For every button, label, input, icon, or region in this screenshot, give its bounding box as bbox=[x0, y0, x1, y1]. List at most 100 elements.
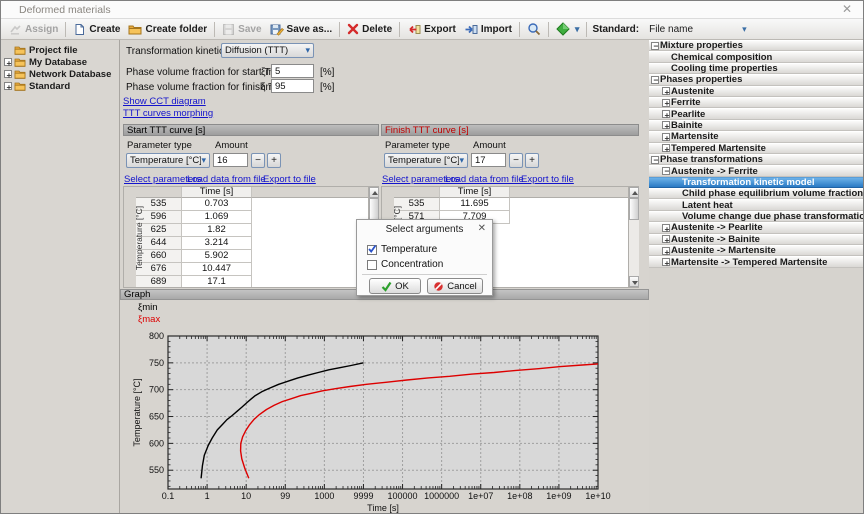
expander-icon[interactable] bbox=[662, 87, 670, 95]
show-cct-link[interactable]: Show CCT diagram bbox=[123, 96, 206, 107]
expander-icon[interactable] bbox=[662, 144, 670, 152]
concentration-checkbox[interactable]: Concentration bbox=[367, 257, 488, 272]
standard-combobox[interactable]: File name bbox=[645, 23, 751, 36]
expander-icon[interactable] bbox=[662, 235, 670, 243]
panel-link-export-to-file[interactable]: Export to file bbox=[521, 174, 574, 185]
toolbar-assign-button[interactable]: Assign bbox=[5, 22, 62, 37]
svg-text:Temperature [°C]: Temperature [°C] bbox=[132, 378, 142, 446]
toolbar-import-button[interactable]: Import bbox=[460, 22, 516, 37]
create-folder-icon bbox=[128, 23, 142, 36]
tree-item-child-phase-equilibrium-volume-fraction[interactable]: Child phase equilibrium volume fraction bbox=[649, 188, 864, 199]
expander-icon[interactable] bbox=[662, 224, 670, 232]
tree-item-tempered-martensite[interactable]: Tempered Martensite bbox=[649, 143, 864, 154]
tree-item-volume-change-due-phase-transformation[interactable]: Volume change due phase transformation bbox=[649, 211, 864, 222]
parameter-type-combobox[interactable]: Temperature [°C] bbox=[384, 153, 468, 168]
toolbar-create-button[interactable]: Create bbox=[69, 22, 124, 37]
toolbar-delete-button[interactable]: Delete bbox=[343, 22, 396, 36]
expander-icon[interactable] bbox=[662, 121, 670, 129]
toolbar-export-button[interactable]: Export bbox=[403, 22, 460, 37]
tree-item-project-file[interactable]: Project file bbox=[1, 44, 119, 56]
expander-icon[interactable] bbox=[651, 156, 659, 164]
scroll-up-icon[interactable] bbox=[369, 187, 379, 198]
time-cell[interactable]: 3.214 bbox=[182, 237, 252, 250]
decrement-button[interactable]: − bbox=[509, 153, 523, 168]
scroll-down-icon[interactable] bbox=[629, 276, 639, 287]
tree-item-ferrite[interactable]: Ferrite bbox=[649, 97, 864, 108]
tree-item-cooling-time-properties[interactable]: Cooling time properties bbox=[649, 63, 864, 74]
time-cell[interactable]: 0.703 bbox=[182, 198, 252, 211]
tree-item-austenite-pearlite[interactable]: Austenite -> Pearlite bbox=[649, 222, 864, 233]
increment-button[interactable]: + bbox=[267, 153, 281, 168]
tree-item-phase-transformations[interactable]: Phase transformations bbox=[649, 154, 864, 165]
kinetic-model-combobox[interactable]: Diffusion (TTT) bbox=[221, 43, 314, 58]
tree-item-bainite[interactable]: Bainite bbox=[649, 120, 864, 131]
increment-button[interactable]: + bbox=[525, 153, 539, 168]
scrollbar-thumb[interactable] bbox=[369, 198, 379, 220]
ttt-morphing-link[interactable]: TTT curves morphing bbox=[123, 108, 213, 119]
toolbar-create-folder-button[interactable]: Create folder bbox=[124, 22, 211, 37]
ok-button[interactable]: OK bbox=[369, 278, 421, 294]
time-cell[interactable]: 11.695 bbox=[440, 198, 510, 211]
filler-cell bbox=[252, 276, 368, 287]
checkbox-icon[interactable] bbox=[367, 245, 377, 255]
toolbar-save-button[interactable]: Save bbox=[218, 22, 265, 37]
tree-item-phases-properties[interactable]: Phases properties bbox=[649, 74, 864, 85]
tree-item-pearlite[interactable]: Pearlite bbox=[649, 108, 864, 119]
toolbar-standards-button[interactable] bbox=[552, 21, 584, 37]
expander-icon[interactable] bbox=[651, 76, 659, 84]
time-cell[interactable]: 10.447 bbox=[182, 263, 252, 276]
svg-text:1: 1 bbox=[205, 491, 210, 501]
xi-min-input[interactable]: 5 bbox=[271, 64, 314, 78]
scrollbar-thumb[interactable] bbox=[629, 198, 639, 220]
expander-icon[interactable] bbox=[662, 167, 670, 175]
tree-item-my-database[interactable]: My Database bbox=[1, 56, 119, 68]
time-cell[interactable]: 17.1 bbox=[182, 276, 252, 287]
expander-icon[interactable] bbox=[651, 42, 659, 50]
expander-icon[interactable] bbox=[662, 133, 670, 141]
checkbox-icon[interactable] bbox=[367, 260, 377, 270]
parameter-type-combobox[interactable]: Temperature [°C] bbox=[126, 153, 210, 168]
cancel-button[interactable]: Cancel bbox=[427, 278, 483, 294]
tree-item-network-database[interactable]: Network Database bbox=[1, 68, 119, 80]
time-cell[interactable]: 1.069 bbox=[182, 211, 252, 224]
tree-item-austenite[interactable]: Austenite bbox=[649, 86, 864, 97]
panel-link-export-to-file[interactable]: Export to file bbox=[263, 174, 316, 185]
tree-item-chemical-composition[interactable]: Chemical composition bbox=[649, 51, 864, 62]
expander-icon[interactable] bbox=[4, 58, 12, 66]
tree-item-transformation-kinetic-model[interactable]: Transformation kinetic model bbox=[649, 177, 864, 188]
chevron-down-icon bbox=[742, 24, 747, 35]
expander-icon[interactable] bbox=[662, 258, 670, 266]
tree-item-martensite-tempered-martensite[interactable]: Martensite -> Tempered Martensite bbox=[649, 256, 864, 267]
close-icon[interactable] bbox=[839, 2, 855, 17]
tree-item-austenite-ferrite[interactable]: Austenite -> Ferrite bbox=[649, 165, 864, 176]
amount-input[interactable]: 16 bbox=[213, 153, 248, 167]
panel-link-load-data-from-file[interactable]: Load data from file bbox=[445, 174, 524, 185]
expander-icon[interactable] bbox=[662, 110, 670, 118]
decrement-button[interactable]: − bbox=[251, 153, 265, 168]
tree-item-label: Pearlite bbox=[671, 109, 705, 120]
amount-input[interactable]: 17 bbox=[471, 153, 506, 167]
dialog-close-icon[interactable] bbox=[478, 223, 486, 234]
temperature-checkbox[interactable]: Temperature bbox=[367, 242, 488, 257]
scroll-up-icon[interactable] bbox=[629, 187, 639, 198]
xi-max-input[interactable]: 95 bbox=[271, 79, 314, 93]
parameter-type-value: Temperature [°C] bbox=[130, 155, 201, 166]
expander-icon[interactable] bbox=[662, 247, 670, 255]
expander-icon[interactable] bbox=[4, 82, 12, 90]
expander-icon[interactable] bbox=[4, 70, 12, 78]
panel-link-load-data-from-file[interactable]: Load data from file bbox=[187, 174, 266, 185]
time-cell[interactable]: 5.902 bbox=[182, 250, 252, 263]
tree-item-mixture-properties[interactable]: Mixture properties bbox=[649, 40, 864, 51]
scrollbar-track[interactable] bbox=[629, 220, 639, 276]
tree-item-austenite-martensite[interactable]: Austenite -> Martensite bbox=[649, 245, 864, 256]
tree-item-austenite-bainite[interactable]: Austenite -> Bainite bbox=[649, 234, 864, 245]
tree-item-standard[interactable]: Standard bbox=[1, 80, 119, 92]
parameter-type-label: Parameter type bbox=[385, 140, 450, 151]
tree-item-martensite[interactable]: Martensite bbox=[649, 131, 864, 142]
toolbar-zoom-button[interactable] bbox=[523, 21, 545, 37]
vertical-scrollbar[interactable] bbox=[628, 187, 639, 287]
tree-item-latent-heat[interactable]: Latent heat bbox=[649, 199, 864, 210]
time-cell[interactable]: 1.82 bbox=[182, 224, 252, 237]
toolbar-save-as-button[interactable]: Save as... bbox=[266, 22, 337, 37]
expander-icon[interactable] bbox=[662, 99, 670, 107]
